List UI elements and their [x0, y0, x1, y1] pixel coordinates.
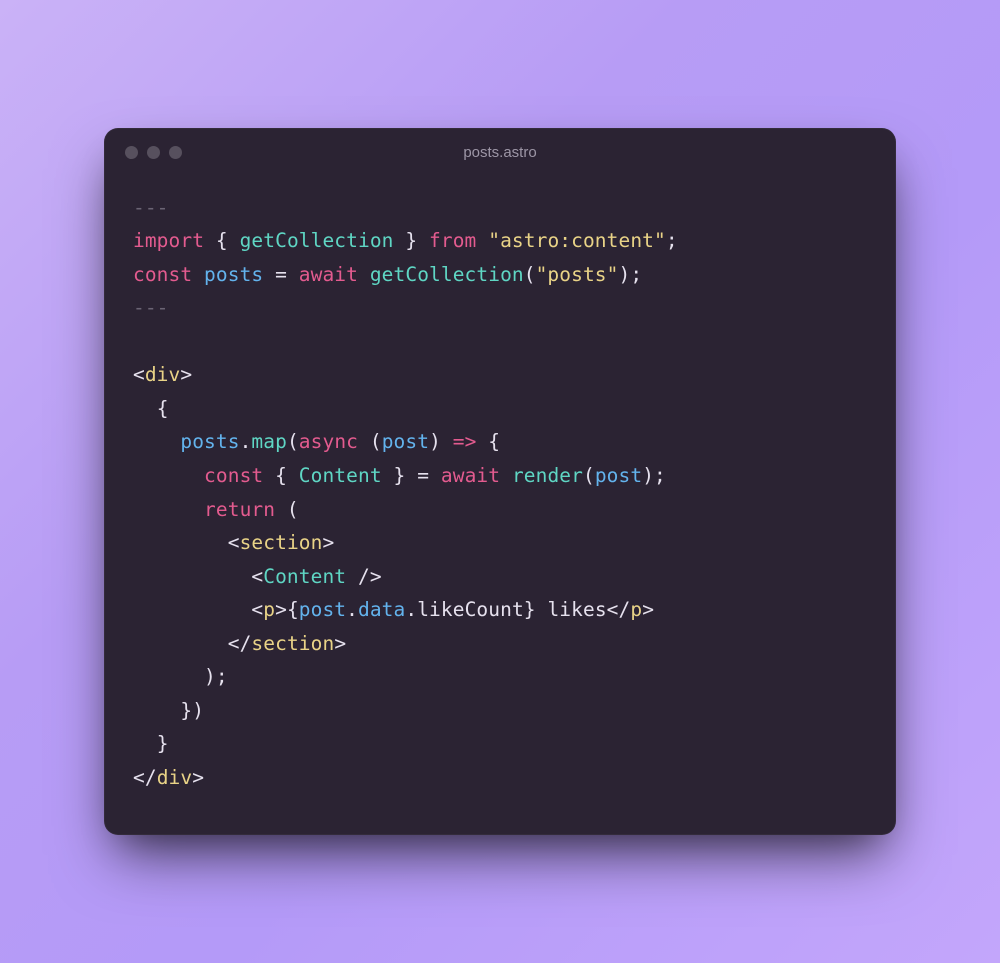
window-traffic-lights [125, 146, 182, 159]
fn-render: render [512, 464, 583, 487]
angle: </ [228, 632, 252, 655]
angle: > [334, 632, 346, 655]
indent [133, 464, 204, 487]
angle: > [642, 598, 654, 621]
brace: } [382, 464, 418, 487]
brace: } [394, 229, 418, 252]
angle: < [133, 363, 145, 386]
frontmatter-fence: --- [133, 296, 169, 319]
traffic-light-minimize-icon[interactable] [147, 146, 160, 159]
keyword-async: async [299, 430, 358, 453]
code-block: --- import { getCollection } from "astro… [105, 177, 895, 835]
indent [133, 498, 204, 521]
brace: { [263, 464, 299, 487]
jsx-brace: } [157, 732, 169, 755]
window-titlebar: posts.astro [105, 129, 895, 177]
traffic-light-close-icon[interactable] [125, 146, 138, 159]
window-title: posts.astro [105, 144, 895, 161]
identifier-post: post [382, 430, 429, 453]
indent [133, 665, 204, 688]
brace: { [488, 430, 500, 453]
identifier-post: post [299, 598, 346, 621]
identifier-data: data [358, 598, 405, 621]
angle: </ [607, 598, 631, 621]
arrow: => [441, 430, 488, 453]
keyword-const: const [133, 263, 192, 286]
identifier-posts: posts [204, 263, 263, 286]
tag-section: section [251, 632, 334, 655]
indent [133, 565, 251, 588]
identifier-likecount: likeCount [417, 598, 524, 621]
paren: ); [618, 263, 642, 286]
paren: ( [287, 430, 299, 453]
tag-section: section [240, 531, 323, 554]
jsx-brace: { [157, 397, 169, 420]
equals: = [417, 464, 441, 487]
fn-getcollection: getCollection [370, 263, 524, 286]
indent [133, 598, 251, 621]
jsx-brace: } [524, 598, 536, 621]
traffic-light-zoom-icon[interactable] [169, 146, 182, 159]
dot: . [346, 598, 358, 621]
paren: ( [370, 430, 382, 453]
dot: . [405, 598, 417, 621]
jsx-brace: { [287, 598, 299, 621]
frontmatter-fence: --- [133, 196, 169, 219]
paren: ( [524, 263, 536, 286]
page-background: posts.astro --- import { getCollection }… [0, 0, 1000, 963]
tag-p: p [630, 598, 642, 621]
tag-div: div [157, 766, 193, 789]
code-window: posts.astro --- import { getCollection }… [104, 128, 896, 836]
angle: > [275, 598, 287, 621]
indent [133, 531, 228, 554]
tag-p: p [263, 598, 275, 621]
identifier-post: post [595, 464, 642, 487]
angle: > [192, 766, 204, 789]
angle: > [322, 531, 334, 554]
angle: < [228, 531, 240, 554]
keyword-const: const [204, 464, 263, 487]
brace: { [216, 229, 240, 252]
paren: ( [583, 464, 595, 487]
fn-map: map [251, 430, 287, 453]
angle: < [251, 598, 263, 621]
identifier-content: Content [299, 464, 382, 487]
component-content: Content [263, 565, 346, 588]
indent [133, 430, 180, 453]
indent [133, 732, 157, 755]
keyword-await: await [441, 464, 500, 487]
identifier-getcollection: getCollection [240, 229, 394, 252]
tag-div: div [145, 363, 181, 386]
keyword-await: await [299, 263, 358, 286]
indent [133, 699, 180, 722]
keyword-return: return [204, 498, 275, 521]
paren: ( [275, 498, 299, 521]
keyword-from: from [429, 229, 476, 252]
indent [133, 397, 157, 420]
paren: ) [429, 430, 441, 453]
space [500, 464, 512, 487]
angle: </ [133, 766, 157, 789]
paren: }) [180, 699, 204, 722]
angle: > [180, 363, 192, 386]
string-literal: "astro:content" [488, 229, 666, 252]
text-likes: likes [536, 598, 607, 621]
dot: . [240, 430, 252, 453]
paren: ); [204, 665, 228, 688]
semicolon: ; [666, 229, 678, 252]
string-literal: "posts" [536, 263, 619, 286]
indent [133, 632, 228, 655]
equals: = [263, 263, 299, 286]
identifier-posts: posts [180, 430, 239, 453]
paren: ); [642, 464, 666, 487]
angle: /> [346, 565, 382, 588]
space [358, 430, 370, 453]
angle: < [251, 565, 263, 588]
keyword-import: import [133, 229, 204, 252]
